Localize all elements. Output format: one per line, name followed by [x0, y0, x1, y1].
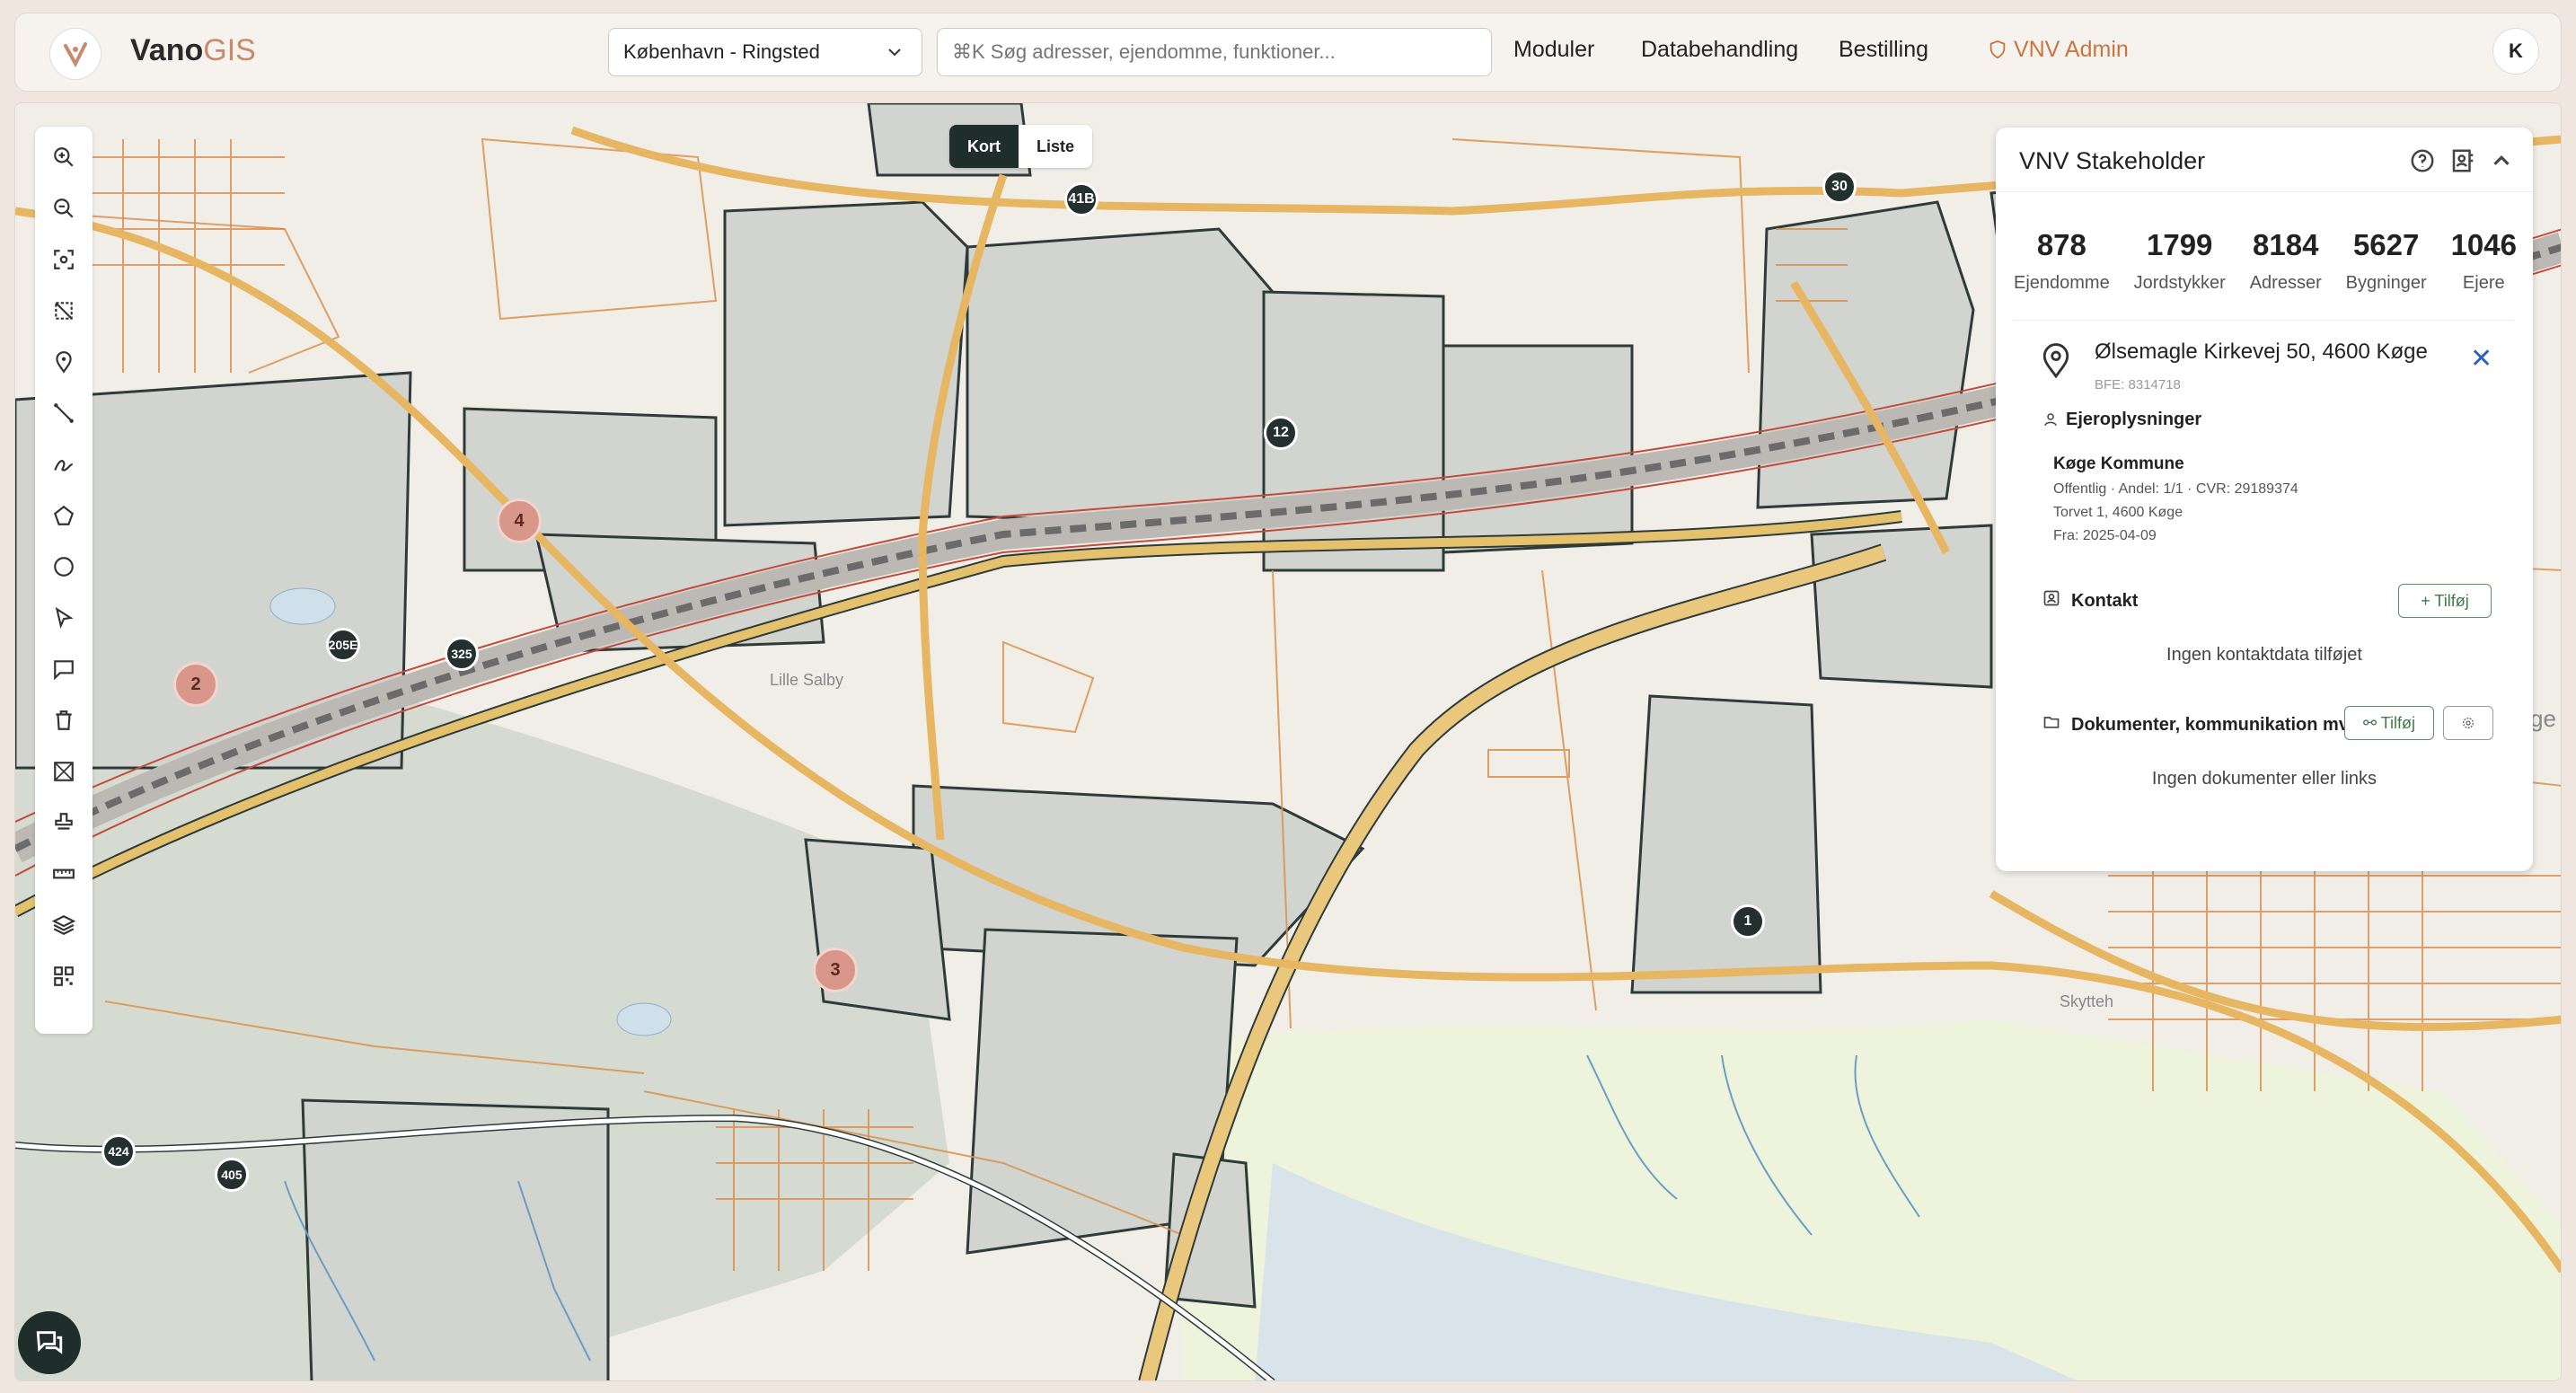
documents-empty-message: Ingen dokumenter eller links — [2151, 769, 2378, 789]
chevron-down-icon — [888, 48, 901, 57]
chat-icon — [36, 1331, 63, 1354]
owner-details: Offentlig · Andel: 1/1 · CVR: 29189374 — [2053, 481, 2298, 497]
nav-databehandling[interactable]: Databehandling — [1641, 37, 1798, 63]
divider — [2014, 320, 2513, 321]
map-marker[interactable]: 1 — [1731, 904, 1765, 939]
panel-header: VNV Stakeholder — [1996, 128, 2533, 192]
zoom-in-icon[interactable] — [46, 139, 82, 175]
user-avatar[interactable]: K — [2492, 28, 2539, 75]
map-marker[interactable]: 41B — [1064, 182, 1098, 216]
clear-selection-icon[interactable] — [46, 293, 82, 329]
stamp-icon[interactable] — [46, 805, 82, 841]
draw-freehand-icon[interactable] — [46, 446, 82, 482]
view-liste-button[interactable]: Liste — [1019, 125, 1092, 168]
map-marker[interactable]: 424 — [101, 1134, 136, 1168]
map-marker[interactable]: 30 — [1822, 170, 1857, 204]
user-icon — [2044, 413, 2057, 427]
close-icon[interactable]: ✕ — [2470, 343, 2492, 375]
owner-address: Torvet 1, 4600 Køge — [2053, 505, 2183, 520]
property-address: Ølsemagle Kirkevej 50, 4600 Køge — [2095, 339, 2428, 364]
area-select-icon[interactable] — [46, 754, 82, 789]
property-bfe: BFE: 8314718 — [2095, 377, 2181, 392]
documents-section-title: Dokumenter, kommunikation mv. — [2071, 715, 2353, 735]
view-kort-button[interactable]: Kort — [949, 125, 1019, 168]
nav-moduler[interactable]: Moduler — [1513, 37, 1594, 63]
contact-card-icon — [2043, 590, 2060, 606]
map-place-label: Skytteh — [2060, 992, 2114, 1010]
map-marker[interactable]: 325 — [445, 637, 479, 671]
stat-jordstykker: 1799 Jordstykker — [2133, 228, 2226, 293]
panel-title: VNV Stakeholder — [2019, 147, 2206, 174]
search-field[interactable] — [937, 28, 1492, 76]
help-icon[interactable] — [2409, 147, 2436, 174]
stat-bygninger: 5627 Bygninger — [2345, 228, 2427, 293]
select-pointer-icon[interactable] — [46, 600, 82, 636]
region-select[interactable]: København - Ringsted — [608, 28, 922, 76]
nav-bestilling[interactable]: Bestilling — [1839, 37, 1928, 63]
search-input[interactable] — [952, 40, 1477, 64]
map-marker[interactable]: 12 — [1264, 416, 1298, 450]
add-contact-button[interactable]: + Tilføj — [2398, 584, 2492, 618]
contact-section-title: Kontakt — [2071, 591, 2139, 611]
chat-button[interactable] — [18, 1311, 81, 1374]
contacts-icon[interactable] — [2449, 147, 2476, 174]
draw-circle-icon[interactable] — [46, 549, 82, 585]
stakeholder-panel: VNV Stakeholder 878 Ejendomme 1799 Jordsty… — [1996, 128, 2533, 871]
map-cluster-marker[interactable]: 2 — [173, 662, 218, 707]
draw-polygon-icon[interactable] — [46, 498, 82, 533]
top-bar: VanoGIS København - Ringsted Moduler Dat… — [14, 13, 2562, 92]
add-document-link-button[interactable]: ⚯ Tilføj — [2344, 706, 2434, 740]
add-marker-icon[interactable] — [46, 344, 82, 380]
stat-adresser: 8184 Adresser — [2249, 228, 2322, 293]
qr-code-icon[interactable] — [46, 958, 82, 994]
draw-line-icon[interactable] — [46, 395, 82, 431]
map-marker[interactable]: 205E — [326, 628, 360, 662]
map-cluster-marker[interactable]: 4 — [497, 498, 542, 543]
gear-icon — [2463, 718, 2474, 728]
folder-icon — [2043, 717, 2060, 728]
shield-icon — [1989, 40, 2006, 59]
stats-row: 878 Ejendomme 1799 Jordstykker 8184 Adresse… — [2014, 228, 2517, 294]
nav-admin-label: VNV Admin — [2013, 37, 2129, 62]
owner-from-date: Fra: 2025-04-09 — [2053, 528, 2157, 543]
chevron-up-icon[interactable] — [2488, 147, 2515, 174]
owner-name: Køge Kommune — [2053, 454, 2184, 473]
zoom-out-icon[interactable] — [46, 190, 82, 226]
stat-ejere: 1046 Ejere — [2450, 228, 2517, 293]
app-logo-icon[interactable] — [49, 28, 101, 80]
nav-admin[interactable]: VNV Admin — [1988, 37, 2129, 63]
comment-icon[interactable] — [46, 651, 82, 687]
contact-empty-message: Ingen kontaktdata tilføjet — [2166, 645, 2362, 665]
trash-icon[interactable] — [46, 702, 82, 738]
document-settings-button[interactable] — [2443, 706, 2493, 740]
app-logo-text: VanoGIS — [130, 33, 256, 67]
map-place-label: ge — [2530, 705, 2556, 732]
location-pin-icon — [2042, 343, 2069, 379]
layers-icon[interactable] — [46, 907, 82, 943]
measure-ruler-icon[interactable] — [46, 856, 82, 892]
map-cluster-marker[interactable]: 3 — [813, 948, 858, 992]
stat-ejendomme: 878 Ejendomme — [2014, 228, 2110, 293]
zoom-extent-icon[interactable] — [46, 242, 82, 278]
owner-section-title: Ejeroplysninger — [2066, 410, 2202, 429]
map-place-label: Lille Salby — [770, 671, 844, 689]
view-toggle: Kort Liste — [949, 125, 1093, 168]
map-marker[interactable]: 405 — [215, 1158, 249, 1192]
map-toolbar — [35, 127, 93, 1034]
region-select-value: København - Ringsted — [623, 40, 820, 63]
